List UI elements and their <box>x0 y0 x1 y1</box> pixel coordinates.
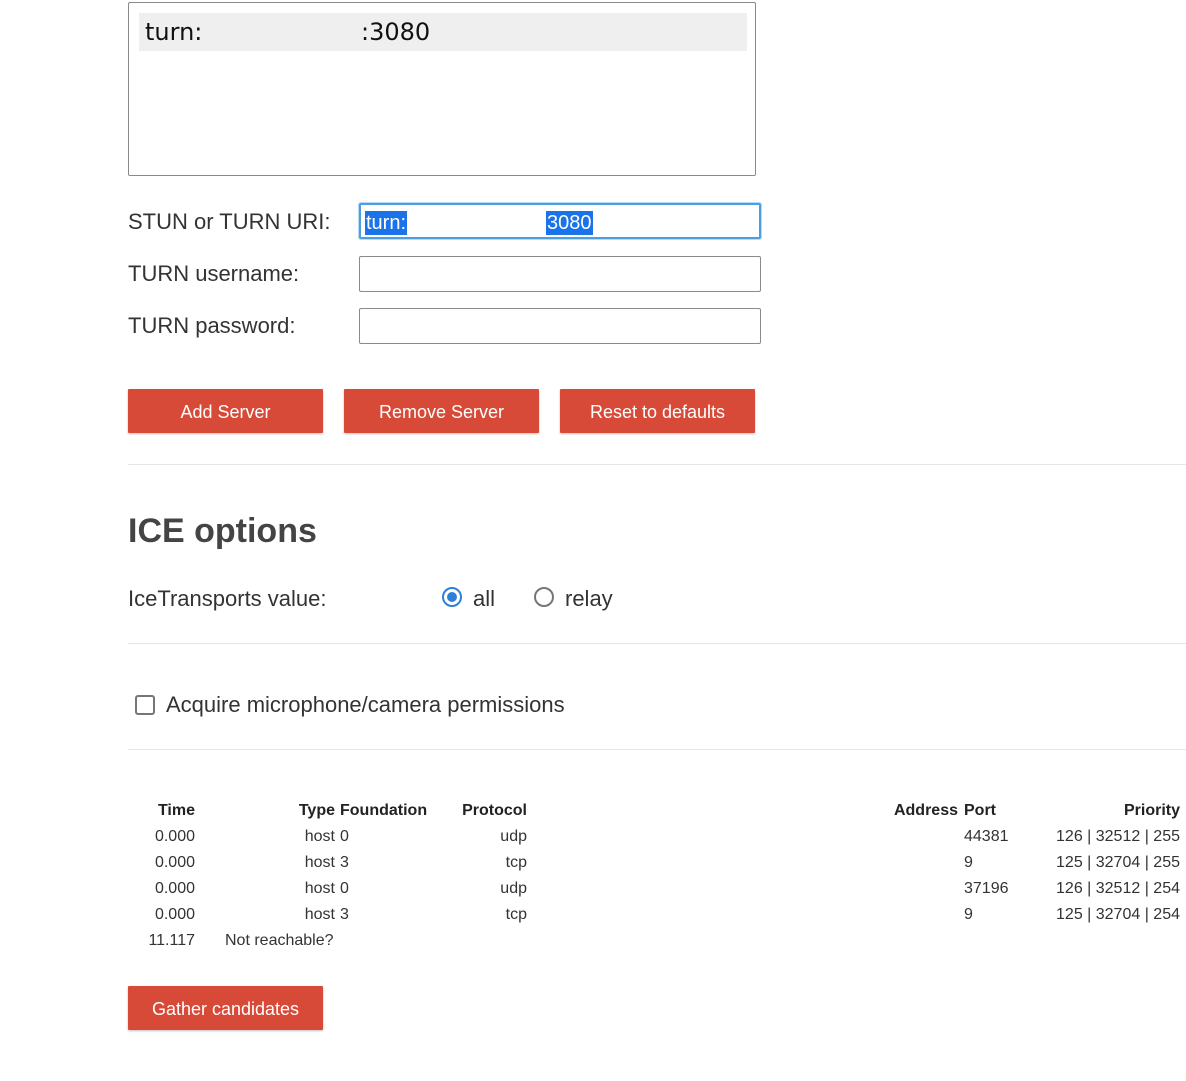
cell-time: 0.000 <box>154 828 195 845</box>
remove-server-button[interactable]: Remove Server <box>344 389 539 433</box>
cell-type: host <box>304 854 335 871</box>
cell-priority: 125 | 32704 | 255 <box>1056 854 1180 871</box>
uri-input[interactable]: turn: 3080 <box>359 203 761 239</box>
cell-priority: 125 | 32704 | 254 <box>1056 906 1180 923</box>
add-server-button[interactable]: Add Server <box>128 389 323 433</box>
cell-priority: 126 | 32512 | 254 <box>1056 880 1180 897</box>
cell-protocol: udp <box>500 828 527 845</box>
uri-input-suffix: 3080 <box>546 211 593 235</box>
header-address: Address <box>893 802 958 819</box>
cell-port: 9 <box>964 906 973 923</box>
cell-type: host <box>304 828 335 845</box>
radio-relay-label[interactable]: relay <box>565 586 613 612</box>
radio-relay[interactable] <box>534 587 554 607</box>
cell-time: 0.000 <box>154 880 195 897</box>
username-label: TURN username: <box>128 261 300 286</box>
divider <box>128 749 1186 750</box>
header-foundation: Foundation <box>340 802 428 819</box>
reset-defaults-button[interactable]: Reset to defaults <box>560 389 755 433</box>
cell-protocol: tcp <box>505 906 527 923</box>
divider <box>128 464 1186 465</box>
cell-priority: 126 | 32512 | 255 <box>1056 828 1180 845</box>
server-option[interactable]: turn: :3080 <box>139 13 747 51</box>
divider <box>128 643 1186 644</box>
cell-type: host <box>304 906 335 923</box>
cell-port: 37196 <box>964 880 1009 897</box>
gather-candidates-button[interactable]: Gather candidates <box>128 986 323 1030</box>
password-label: TURN password: <box>128 313 296 338</box>
cell-foundation: 3 <box>340 854 349 871</box>
password-input[interactable] <box>359 308 761 344</box>
ice-options-title: ICE options <box>128 512 317 550</box>
radio-all-label[interactable]: all <box>473 586 495 612</box>
cell-time: 0.000 <box>154 854 195 871</box>
cell-foundation: 0 <box>340 828 349 845</box>
username-input[interactable] <box>359 256 761 292</box>
server-list[interactable]: turn: :3080 <box>128 2 756 176</box>
uri-input-prefix: turn: <box>365 211 408 235</box>
not-reachable-message: Not reachable? <box>225 932 334 949</box>
uri-label: STUN or TURN URI: <box>128 209 331 234</box>
server-option-prefix: turn: <box>145 18 203 46</box>
cell-foundation: 3 <box>340 906 349 923</box>
header-type: Type <box>298 802 335 819</box>
cell-port: 44381 <box>964 828 1009 845</box>
header-port: Port <box>964 802 996 819</box>
cell-type: host <box>304 880 335 897</box>
cell-protocol: tcp <box>505 854 527 871</box>
server-option-suffix: :3080 <box>361 18 431 46</box>
cell-time: 11.117 <box>148 932 195 949</box>
ice-transports-label: IceTransports value: <box>128 586 327 611</box>
permissions-label[interactable]: Acquire microphone/camera permissions <box>166 692 565 718</box>
header-priority: Priority <box>1123 802 1180 819</box>
cell-protocol: udp <box>500 880 527 897</box>
page: turn: :3080 STUN or TURN URI: turn: 3080… <box>0 0 1186 1081</box>
radio-all[interactable] <box>442 587 462 607</box>
permissions-checkbox[interactable] <box>135 695 155 715</box>
cell-time: 0.000 <box>154 906 195 923</box>
cell-port: 9 <box>964 854 973 871</box>
cell-foundation: 0 <box>340 880 349 897</box>
header-protocol: Protocol <box>462 802 527 819</box>
header-time: Time <box>157 802 195 819</box>
